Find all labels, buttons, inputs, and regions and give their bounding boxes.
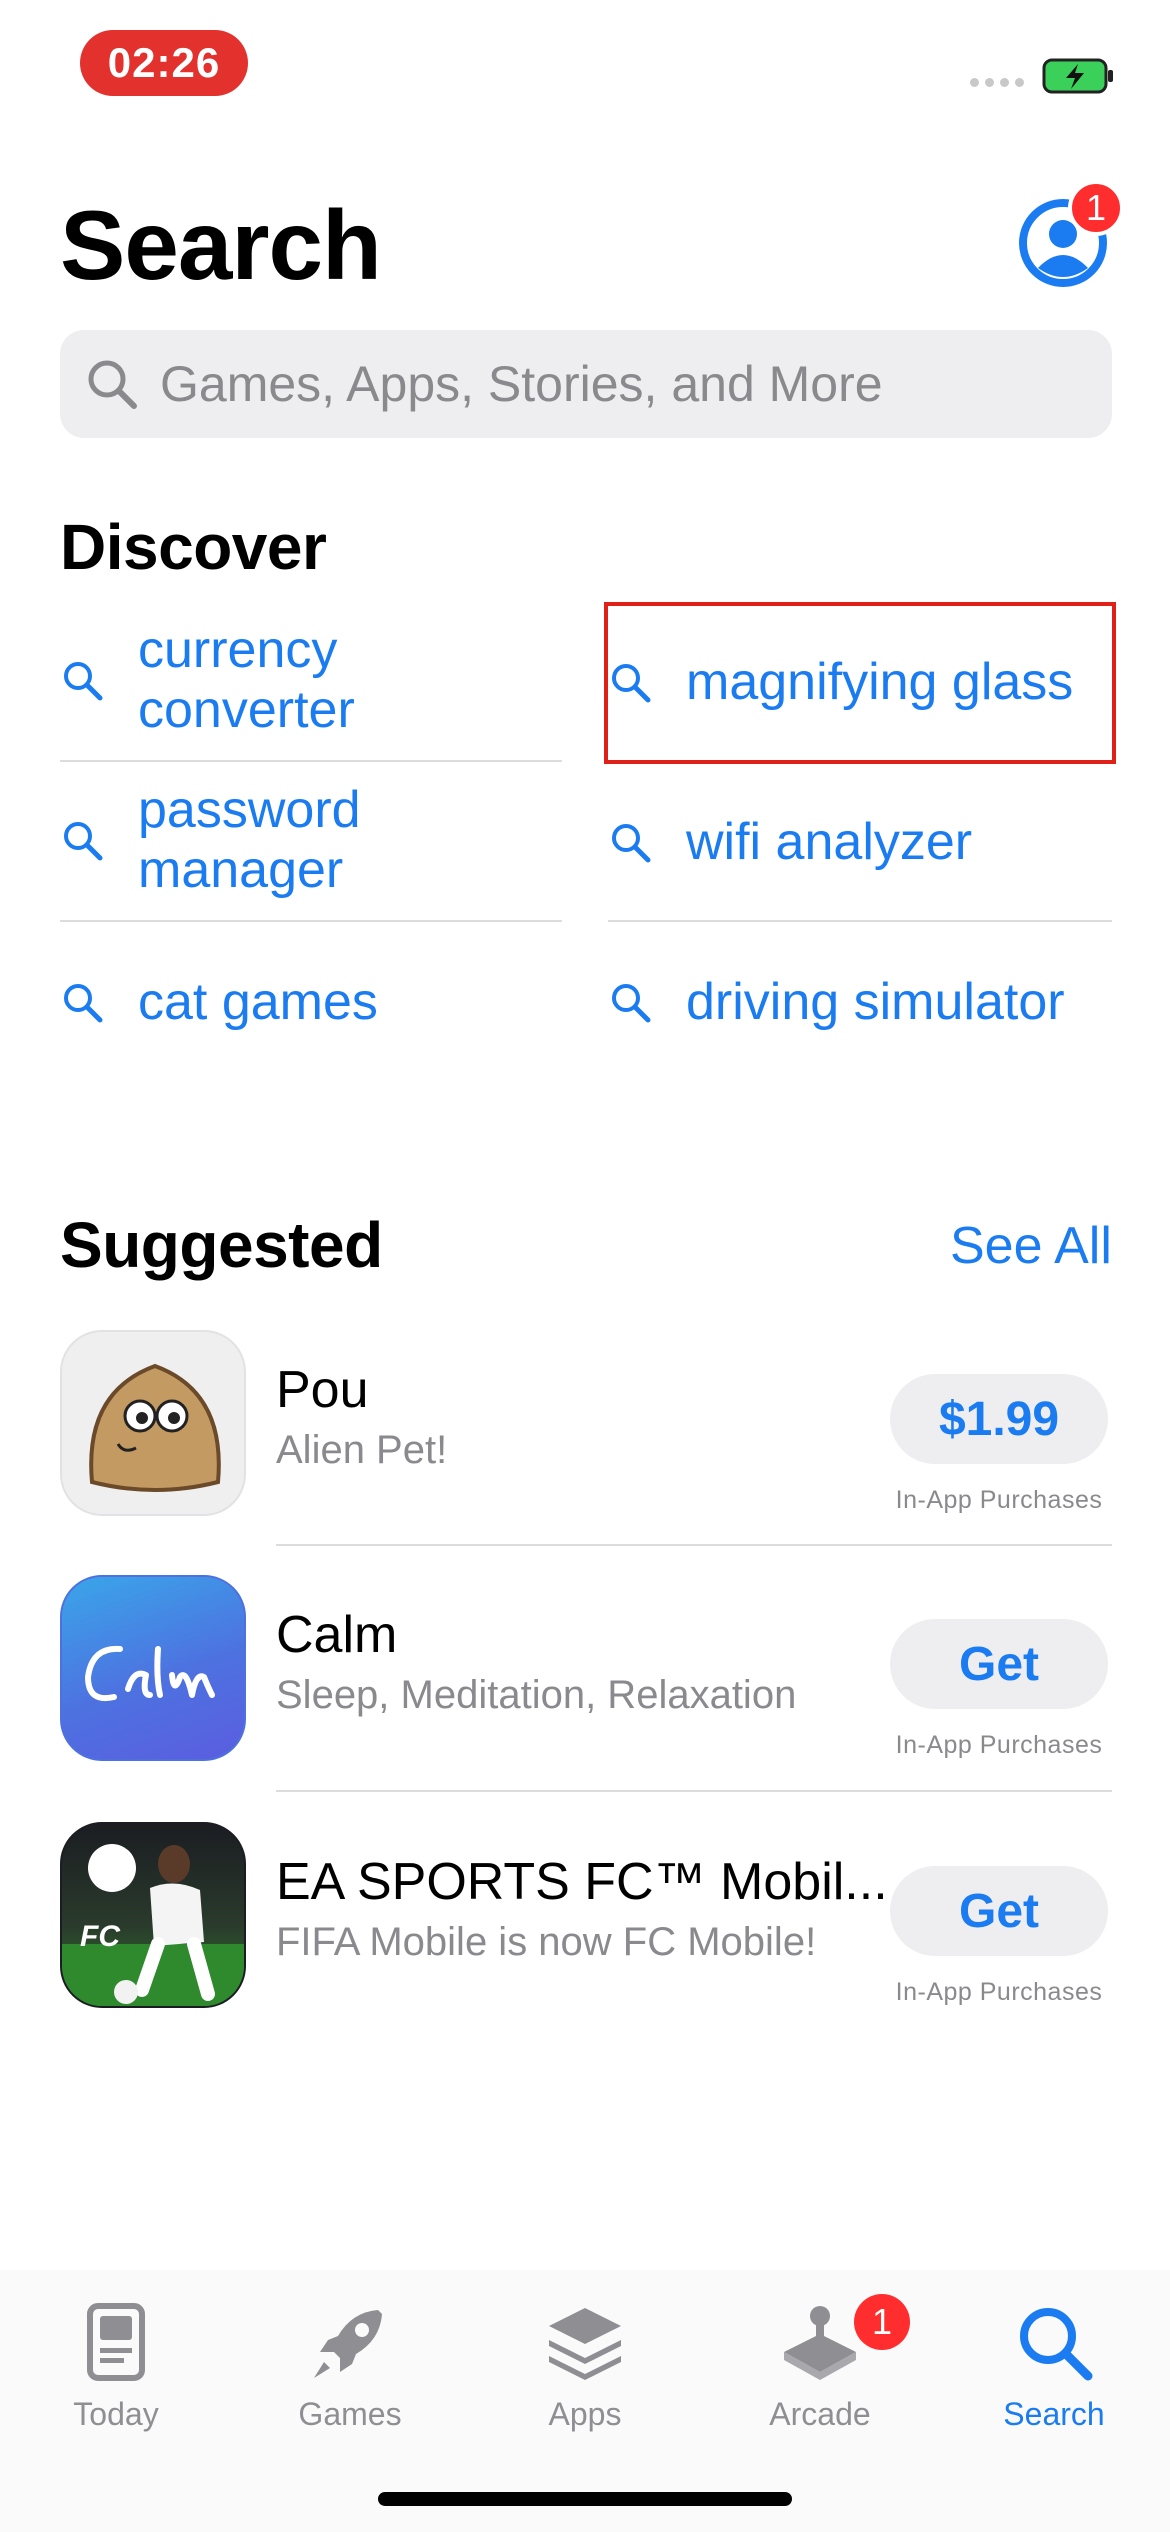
calm-app-icon[interactable] <box>60 1575 246 1761</box>
status-bar: 02:26 <box>0 0 1170 130</box>
fc-logo-text: FC <box>80 1920 121 1953</box>
tab-games[interactable]: Games <box>250 2300 450 2433</box>
discover-item-label: password manager <box>138 781 361 899</box>
search-bar[interactable] <box>60 330 1112 438</box>
search-icon <box>612 824 651 863</box>
divider <box>608 920 1112 922</box>
app-row-pou[interactable]: Pou Alien Pet! $1.99 In-App Purchases <box>0 1330 1170 1576</box>
in-app-purchases-label: In-App Purchases <box>895 1731 1103 1759</box>
tab-search[interactable]: Search <box>954 2300 1154 2433</box>
search-icon <box>64 822 103 861</box>
get-button[interactable]: Get <box>890 1866 1108 1956</box>
app-subtitle: Sleep, Meditation, Relaxation <box>276 1673 797 1717</box>
tab-label: Games <box>298 2396 402 2432</box>
discover-item-label: driving simulator <box>686 973 1065 1031</box>
tab-label: Search <box>1003 2396 1105 2432</box>
get-button[interactable]: Get <box>890 1619 1108 1709</box>
arcade-badge: 1 <box>854 2294 910 2350</box>
price-button[interactable]: $1.99 <box>890 1374 1108 1464</box>
discover-item-wifi-analyzer[interactable]: wifi analyzer <box>608 812 1108 872</box>
discover-title: Discover <box>60 511 327 583</box>
tab-label: Arcade <box>769 2396 871 2432</box>
status-time: 02:26 <box>80 30 248 96</box>
search-icon <box>88 360 137 409</box>
account-badge: 1 <box>1068 180 1124 236</box>
home-indicator[interactable] <box>378 2492 792 2506</box>
page-title: Search <box>60 190 382 300</box>
search-input[interactable] <box>160 355 1080 413</box>
app-row-calm[interactable]: Calm Sleep, Meditation, Relaxation Get I… <box>0 1575 1170 1821</box>
discover-item-cat-games[interactable]: cat games <box>60 972 540 1032</box>
divider <box>60 760 562 762</box>
discover-item-password-manager[interactable]: password manager <box>60 780 540 900</box>
divider <box>60 920 562 922</box>
divider <box>276 1544 1112 1546</box>
discover-item-currency-converter[interactable]: currency converter <box>60 620 540 740</box>
suggested-title: Suggested <box>60 1209 383 1281</box>
search-icon <box>612 984 651 1023</box>
battery-charging-icon <box>1042 58 1113 94</box>
pou-character-icon <box>89 1363 221 1492</box>
app-name: Pou <box>276 1361 369 1419</box>
today-icon <box>87 2303 145 2381</box>
tab-apps[interactable]: Apps <box>485 2300 685 2433</box>
in-app-purchases-label: In-App Purchases <box>895 1978 1103 2006</box>
app-subtitle: FIFA Mobile is now FC Mobile! <box>276 1920 817 1964</box>
footballer-icon: FC <box>62 1844 244 2006</box>
tab-today[interactable]: Today <box>16 2300 216 2433</box>
ea-sports-fc-app-icon[interactable]: FC <box>60 1822 246 2008</box>
discover-item-driving-simulator[interactable]: driving simulator <box>608 972 1108 1032</box>
pou-app-icon[interactable] <box>60 1330 246 1516</box>
rocket-icon <box>314 2310 382 2378</box>
divider <box>276 1790 1112 1792</box>
app-name: EA SPORTS FC™ Mobil... <box>276 1853 888 1911</box>
discover-item-label: wifi analyzer <box>686 813 973 871</box>
discover-item-label: cat games <box>138 973 378 1031</box>
app-row-ea-sports-fc[interactable]: FC EA SPORTS FC™ Mobil... FIFA Mobile is… <box>0 1822 1170 2068</box>
search-icon <box>64 984 103 1023</box>
tab-label: Apps <box>548 2396 622 2432</box>
search-icon <box>1020 2308 1093 2381</box>
app-name: Calm <box>276 1606 398 1664</box>
calm-logo-icon <box>85 1645 215 1701</box>
search-icon <box>64 662 103 701</box>
tab-label: Today <box>73 2396 159 2432</box>
highlight-box <box>604 602 1116 764</box>
joystick-icon <box>784 2306 856 2380</box>
layers-icon <box>549 2308 621 2380</box>
see-all-link[interactable]: See All <box>950 1216 1112 1276</box>
in-app-purchases-label: In-App Purchases <box>895 1486 1103 1514</box>
signal-icon <box>970 78 1024 87</box>
app-subtitle: Alien Pet! <box>276 1428 448 1472</box>
discover-item-label: currency converter <box>138 621 355 739</box>
